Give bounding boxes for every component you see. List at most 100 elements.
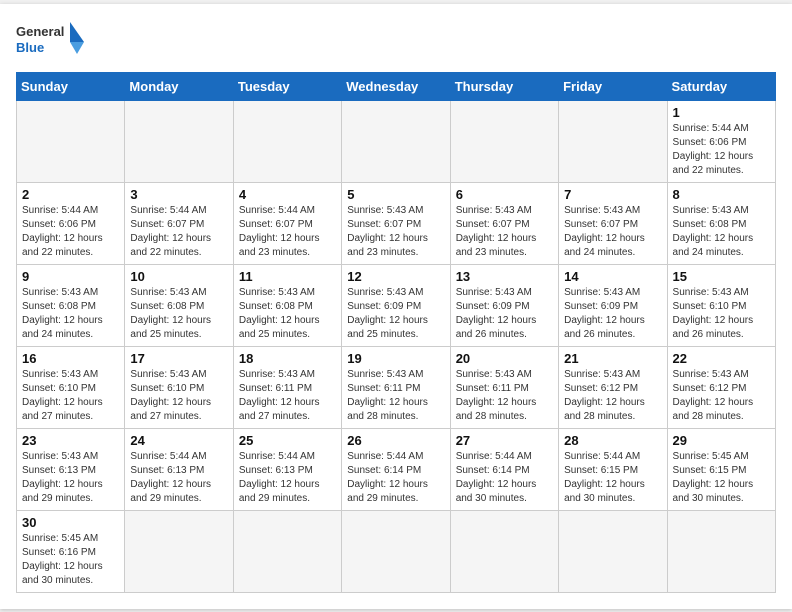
header-day-wednesday: Wednesday [342, 72, 450, 100]
day-cell [450, 510, 558, 592]
day-info: Sunrise: 5:43 AM Sunset: 6:07 PM Dayligh… [347, 204, 444, 260]
header-day-thursday: Thursday [450, 72, 558, 100]
day-number: 15 [673, 269, 770, 284]
day-info: Sunrise: 5:43 AM Sunset: 6:11 PM Dayligh… [239, 368, 336, 424]
day-cell [17, 100, 125, 182]
day-info: Sunrise: 5:43 AM Sunset: 6:08 PM Dayligh… [130, 286, 227, 342]
day-number: 25 [239, 433, 336, 448]
header-row: SundayMondayTuesdayWednesdayThursdayFrid… [17, 72, 776, 100]
header-day-tuesday: Tuesday [233, 72, 341, 100]
day-info: Sunrise: 5:43 AM Sunset: 6:09 PM Dayligh… [564, 286, 661, 342]
day-info: Sunrise: 5:45 AM Sunset: 6:16 PM Dayligh… [22, 532, 119, 588]
day-info: Sunrise: 5:44 AM Sunset: 6:13 PM Dayligh… [239, 450, 336, 506]
day-info: Sunrise: 5:44 AM Sunset: 6:06 PM Dayligh… [22, 204, 119, 260]
svg-text:General: General [16, 24, 64, 39]
day-cell: 3 Sunrise: 5:44 AM Sunset: 6:07 PM Daylig… [125, 182, 233, 264]
day-number: 19 [347, 351, 444, 366]
week-row-5: 30 Sunrise: 5:45 AM Sunset: 6:16 PM Dayli… [17, 510, 776, 592]
day-info: Sunrise: 5:44 AM Sunset: 6:13 PM Dayligh… [130, 450, 227, 506]
day-cell: 27 Sunrise: 5:44 AM Sunset: 6:14 PM Dayli… [450, 428, 558, 510]
day-info: Sunrise: 5:43 AM Sunset: 6:12 PM Dayligh… [673, 368, 770, 424]
day-number: 3 [130, 187, 227, 202]
day-number: 28 [564, 433, 661, 448]
day-cell: 15Sunrise: 5:43 AM Sunset: 6:10 PM Dayli… [667, 264, 775, 346]
day-number: 27 [456, 433, 553, 448]
day-cell [559, 510, 667, 592]
day-info: Sunrise: 5:44 AM Sunset: 6:14 PM Dayligh… [456, 450, 553, 506]
day-cell: 25 Sunrise: 5:44 AM Sunset: 6:13 PM Dayli… [233, 428, 341, 510]
week-row-1: 2 Sunrise: 5:44 AM Sunset: 6:06 PM Daylig… [17, 182, 776, 264]
day-info: Sunrise: 5:44 AM Sunset: 6:07 PM Dayligh… [130, 204, 227, 260]
day-cell: 17 Sunrise: 5:43 AM Sunset: 6:10 PM Dayli… [125, 346, 233, 428]
day-cell: 6 Sunrise: 5:43 AM Sunset: 6:07 PM Daylig… [450, 182, 558, 264]
day-cell: 21Sunrise: 5:43 AM Sunset: 6:12 PM Dayli… [559, 346, 667, 428]
day-number: 1 [673, 105, 770, 120]
day-number: 9 [22, 269, 119, 284]
day-cell: 4 Sunrise: 5:44 AM Sunset: 6:07 PM Daylig… [233, 182, 341, 264]
day-cell [342, 100, 450, 182]
day-cell: 19Sunrise: 5:43 AM Sunset: 6:11 PM Dayli… [342, 346, 450, 428]
day-number: 30 [22, 515, 119, 530]
week-row-3: 16 Sunrise: 5:43 AM Sunset: 6:10 PM Dayli… [17, 346, 776, 428]
day-info: Sunrise: 5:43 AM Sunset: 6:12 PM Dayligh… [564, 368, 661, 424]
day-cell: 22 Sunrise: 5:43 AM Sunset: 6:12 PM Dayli… [667, 346, 775, 428]
day-number: 16 [22, 351, 119, 366]
day-info: Sunrise: 5:43 AM Sunset: 6:08 PM Dayligh… [673, 204, 770, 260]
day-info: Sunrise: 5:44 AM Sunset: 6:15 PM Dayligh… [564, 450, 661, 506]
day-cell: 7 Sunrise: 5:43 AM Sunset: 6:07 PM Daylig… [559, 182, 667, 264]
day-number: 11 [239, 269, 336, 284]
day-number: 10 [130, 269, 227, 284]
day-number: 14 [564, 269, 661, 284]
week-row-2: 9 Sunrise: 5:43 AM Sunset: 6:08 PM Daylig… [17, 264, 776, 346]
header-day-friday: Friday [559, 72, 667, 100]
day-info: Sunrise: 5:44 AM Sunset: 6:14 PM Dayligh… [347, 450, 444, 506]
day-cell [125, 100, 233, 182]
day-info: Sunrise: 5:43 AM Sunset: 6:09 PM Dayligh… [347, 286, 444, 342]
day-info: Sunrise: 5:45 AM Sunset: 6:15 PM Dayligh… [673, 450, 770, 506]
week-row-0: 1Sunrise: 5:44 AM Sunset: 6:06 PM Daylig… [17, 100, 776, 182]
day-number: 26 [347, 433, 444, 448]
day-cell [125, 510, 233, 592]
day-cell: 30 Sunrise: 5:45 AM Sunset: 6:16 PM Dayli… [17, 510, 125, 592]
day-info: Sunrise: 5:43 AM Sunset: 6:08 PM Dayligh… [22, 286, 119, 342]
day-number: 23 [22, 433, 119, 448]
calendar-container: General Blue SundayMondayTuesdayWednesda… [0, 4, 792, 609]
logo: General Blue [16, 20, 86, 64]
day-number: 4 [239, 187, 336, 202]
day-info: Sunrise: 5:44 AM Sunset: 6:07 PM Dayligh… [239, 204, 336, 260]
day-number: 24 [130, 433, 227, 448]
day-number: 2 [22, 187, 119, 202]
day-number: 5 [347, 187, 444, 202]
day-info: Sunrise: 5:43 AM Sunset: 6:11 PM Dayligh… [456, 368, 553, 424]
day-cell: 10 Sunrise: 5:43 AM Sunset: 6:08 PM Dayli… [125, 264, 233, 346]
day-cell: 1Sunrise: 5:44 AM Sunset: 6:06 PM Daylig… [667, 100, 775, 182]
day-cell [450, 100, 558, 182]
day-cell: 23Sunrise: 5:43 AM Sunset: 6:13 PM Dayli… [17, 428, 125, 510]
day-cell: 28 Sunrise: 5:44 AM Sunset: 6:15 PM Dayli… [559, 428, 667, 510]
day-number: 7 [564, 187, 661, 202]
header: General Blue [16, 20, 776, 64]
day-number: 13 [456, 269, 553, 284]
calendar-table: SundayMondayTuesdayWednesdayThursdayFrid… [16, 72, 776, 593]
week-row-4: 23Sunrise: 5:43 AM Sunset: 6:13 PM Dayli… [17, 428, 776, 510]
day-number: 29 [673, 433, 770, 448]
day-info: Sunrise: 5:43 AM Sunset: 6:10 PM Dayligh… [130, 368, 227, 424]
day-cell: 18Sunrise: 5:43 AM Sunset: 6:11 PM Dayli… [233, 346, 341, 428]
day-info: Sunrise: 5:43 AM Sunset: 6:07 PM Dayligh… [564, 204, 661, 260]
day-number: 22 [673, 351, 770, 366]
day-number: 6 [456, 187, 553, 202]
day-number: 20 [456, 351, 553, 366]
day-cell [233, 510, 341, 592]
day-info: Sunrise: 5:43 AM Sunset: 6:07 PM Dayligh… [456, 204, 553, 260]
day-cell: 16 Sunrise: 5:43 AM Sunset: 6:10 PM Dayli… [17, 346, 125, 428]
day-cell: 8Sunrise: 5:43 AM Sunset: 6:08 PM Daylig… [667, 182, 775, 264]
day-cell: 20 Sunrise: 5:43 AM Sunset: 6:11 PM Dayli… [450, 346, 558, 428]
day-cell [667, 510, 775, 592]
day-cell: 11 Sunrise: 5:43 AM Sunset: 6:08 PM Dayli… [233, 264, 341, 346]
day-info: Sunrise: 5:43 AM Sunset: 6:10 PM Dayligh… [22, 368, 119, 424]
svg-text:Blue: Blue [16, 40, 44, 55]
day-cell: 9 Sunrise: 5:43 AM Sunset: 6:08 PM Daylig… [17, 264, 125, 346]
day-info: Sunrise: 5:43 AM Sunset: 6:08 PM Dayligh… [239, 286, 336, 342]
header-day-monday: Monday [125, 72, 233, 100]
day-number: 17 [130, 351, 227, 366]
